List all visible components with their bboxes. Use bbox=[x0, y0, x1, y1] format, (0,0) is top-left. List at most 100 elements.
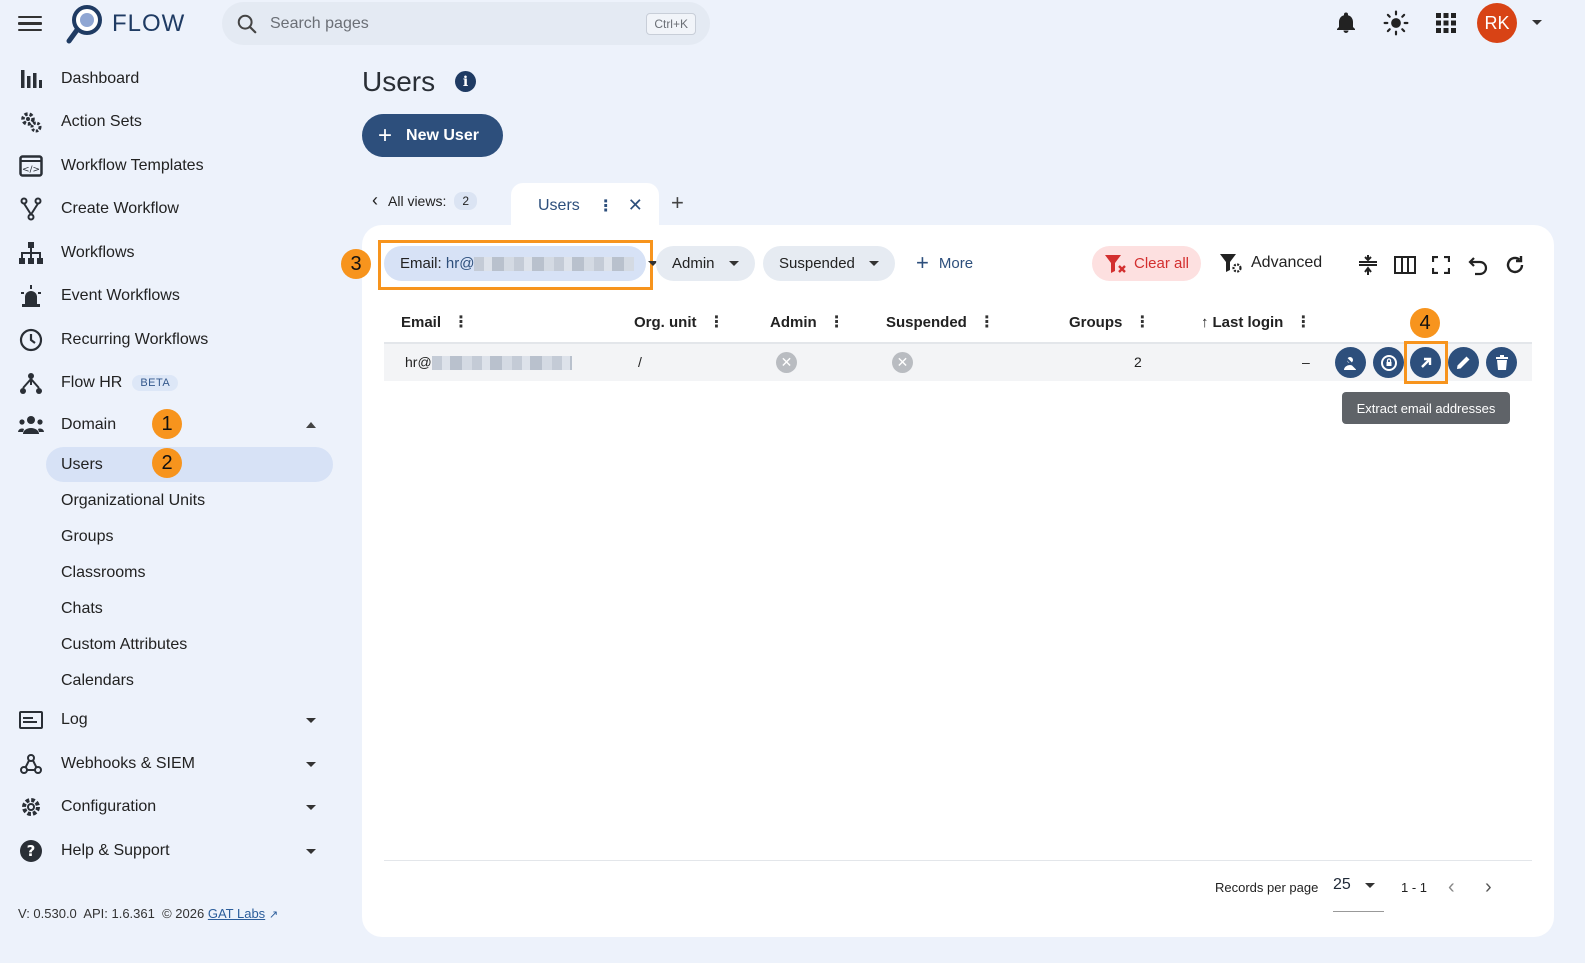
column-menu-icon[interactable]: ⋮ bbox=[1134, 312, 1150, 332]
page-range: 1 - 1 bbox=[1401, 880, 1428, 895]
clear-all-label: Clear all bbox=[1133, 255, 1190, 272]
sidebar-item-workflows[interactable]: Workflows bbox=[0, 233, 340, 273]
redacted-email bbox=[431, 356, 572, 371]
column-header-admin[interactable]: Admin ⋮ bbox=[770, 312, 845, 332]
step-marker-1: 1 bbox=[152, 409, 182, 439]
sidebar-item-classrooms[interactable]: Classrooms bbox=[61, 564, 145, 582]
search-shortcut: Ctrl+K bbox=[646, 12, 696, 35]
collapse-icon bbox=[306, 422, 316, 428]
columns-icon[interactable] bbox=[1392, 252, 1418, 278]
column-menu-icon[interactable]: ⋮ bbox=[979, 312, 995, 332]
trash-icon bbox=[1495, 354, 1508, 370]
admin-filter-chip[interactable]: Admin bbox=[656, 246, 755, 281]
step-marker-4: 4 bbox=[1410, 308, 1440, 338]
extract-email-addresses-button[interactable] bbox=[1410, 347, 1441, 378]
tab-users[interactable]: Users ⋮ ✕ bbox=[511, 183, 659, 228]
column-label: Email bbox=[401, 313, 442, 331]
refresh-icon[interactable] bbox=[1502, 252, 1528, 278]
previous-page-icon[interactable]: ‹ bbox=[1448, 876, 1455, 899]
sidebar-item-org-units[interactable]: Organizational Units bbox=[61, 492, 205, 510]
sidebar-item-label: Workflows bbox=[61, 244, 135, 261]
beta-badge: BETA bbox=[132, 375, 179, 391]
sidebar-item-help[interactable]: ? Help & Support bbox=[0, 831, 340, 871]
new-user-button[interactable]: + New User bbox=[362, 114, 503, 157]
cell-email[interactable]: hr@ bbox=[405, 354, 572, 371]
sidebar-item-calendars[interactable]: Calendars bbox=[61, 672, 134, 690]
user-avatar[interactable]: RK bbox=[1477, 3, 1517, 43]
tab-label: Users bbox=[538, 196, 580, 214]
theme-sun-icon[interactable] bbox=[1381, 8, 1411, 38]
density-icon[interactable] bbox=[1355, 252, 1381, 278]
undo-icon[interactable] bbox=[1465, 252, 1491, 278]
tab-menu-icon[interactable]: ⋮ bbox=[598, 196, 614, 216]
sidebar-item-label: Action Sets bbox=[61, 113, 142, 130]
gat-labs-link[interactable]: GAT Labs bbox=[208, 906, 265, 921]
app-logo[interactable]: FLOW bbox=[66, 4, 185, 44]
column-menu-icon[interactable]: ⋮ bbox=[453, 312, 469, 332]
sidebar-item-label: Log bbox=[61, 711, 88, 728]
add-tab-button[interactable]: + bbox=[671, 190, 684, 216]
sidebar-item-flow-hr[interactable]: Flow HR BETA bbox=[0, 363, 340, 403]
plus-icon: + bbox=[916, 250, 929, 275]
sidebar-item-recurring-workflows[interactable]: Recurring Workflows bbox=[0, 320, 340, 360]
sidebar-item-chats[interactable]: Chats bbox=[61, 600, 103, 618]
column-label: Groups bbox=[1069, 313, 1123, 331]
sidebar-item-label: Workflow Templates bbox=[61, 157, 204, 174]
info-icon[interactable]: i bbox=[455, 71, 476, 92]
records-per-page-select[interactable]: 25 bbox=[1333, 876, 1384, 912]
sidebar-item-create-workflow[interactable]: Create Workflow bbox=[0, 189, 340, 229]
webhook-icon bbox=[18, 751, 44, 777]
sidebar-item-dashboard[interactable]: Dashboard bbox=[0, 59, 340, 99]
advanced-label: Advanced bbox=[1251, 254, 1323, 271]
account-dropdown-icon[interactable] bbox=[1532, 20, 1542, 25]
more-filters-button[interactable]: + More bbox=[916, 252, 973, 274]
column-header-org-unit[interactable]: Org. unit ⋮ bbox=[634, 312, 725, 332]
suspend-user-button[interactable] bbox=[1335, 347, 1366, 378]
column-label: Admin bbox=[770, 313, 817, 331]
lock-reset-icon bbox=[1380, 354, 1397, 371]
email-filter-chip[interactable]: Email: hr@ bbox=[384, 246, 659, 281]
column-menu-icon[interactable]: ⋮ bbox=[1295, 312, 1311, 332]
sidebar-item-label: Help & Support bbox=[61, 842, 170, 859]
footer-divider bbox=[384, 860, 1532, 861]
column-header-suspended[interactable]: Suspended ⋮ bbox=[886, 312, 995, 332]
column-header-email[interactable]: Email ⋮ bbox=[401, 312, 469, 332]
sidebar-item-custom-attributes[interactable]: Custom Attributes bbox=[61, 636, 187, 654]
suspended-filter-chip[interactable]: Suspended bbox=[763, 246, 895, 281]
search-input[interactable] bbox=[270, 14, 647, 33]
close-tab-icon[interactable]: ✕ bbox=[628, 195, 643, 216]
fullscreen-icon[interactable] bbox=[1428, 252, 1454, 278]
expand-icon bbox=[306, 762, 316, 767]
column-menu-icon[interactable]: ⋮ bbox=[829, 312, 845, 332]
search-bar[interactable]: Ctrl+K bbox=[222, 2, 710, 45]
sidebar-item-action-sets[interactable]: Action Sets bbox=[0, 102, 340, 142]
sidebar-item-webhooks[interactable]: Webhooks & SIEM bbox=[0, 744, 340, 784]
sidebar-item-groups[interactable]: Groups bbox=[61, 528, 113, 546]
sidebar-item-configuration[interactable]: Configuration bbox=[0, 787, 340, 827]
sidebar-item-workflow-templates[interactable]: </> Workflow Templates bbox=[0, 146, 340, 186]
svg-text:?: ? bbox=[27, 842, 36, 860]
column-header-groups[interactable]: Groups ⋮ bbox=[1069, 312, 1150, 332]
admin-false-icon: ✕ bbox=[776, 352, 797, 373]
menu-icon[interactable] bbox=[18, 12, 42, 34]
pencil-icon bbox=[1457, 356, 1470, 369]
sidebar-item-log[interactable]: Log bbox=[0, 700, 340, 740]
clear-all-button[interactable]: Clear all bbox=[1092, 246, 1201, 281]
notifications-bell-icon[interactable] bbox=[1331, 8, 1361, 38]
next-page-icon[interactable]: › bbox=[1485, 876, 1492, 899]
column-header-last-login[interactable]: ↑ Last login ⋮ bbox=[1201, 312, 1311, 332]
sidebar-item-event-workflows[interactable]: Event Workflows bbox=[0, 276, 340, 316]
delete-user-button[interactable] bbox=[1486, 347, 1517, 378]
admin-filter-label: Admin bbox=[672, 255, 715, 272]
person-off-icon bbox=[1343, 355, 1358, 370]
filter-clear-icon bbox=[1104, 254, 1126, 273]
apps-grid-icon[interactable] bbox=[1431, 8, 1461, 38]
views-count: 2 bbox=[454, 191, 478, 210]
gear-icon bbox=[18, 794, 44, 820]
edit-user-button[interactable] bbox=[1448, 347, 1479, 378]
advanced-filter-button[interactable]: Advanced bbox=[1219, 252, 1322, 274]
all-views-toggle[interactable]: ‹ All views: 2 bbox=[372, 190, 478, 211]
reset-password-button[interactable] bbox=[1373, 347, 1404, 378]
sidebar-item-users[interactable]: Users bbox=[61, 456, 103, 474]
column-menu-icon[interactable]: ⋮ bbox=[709, 312, 725, 332]
